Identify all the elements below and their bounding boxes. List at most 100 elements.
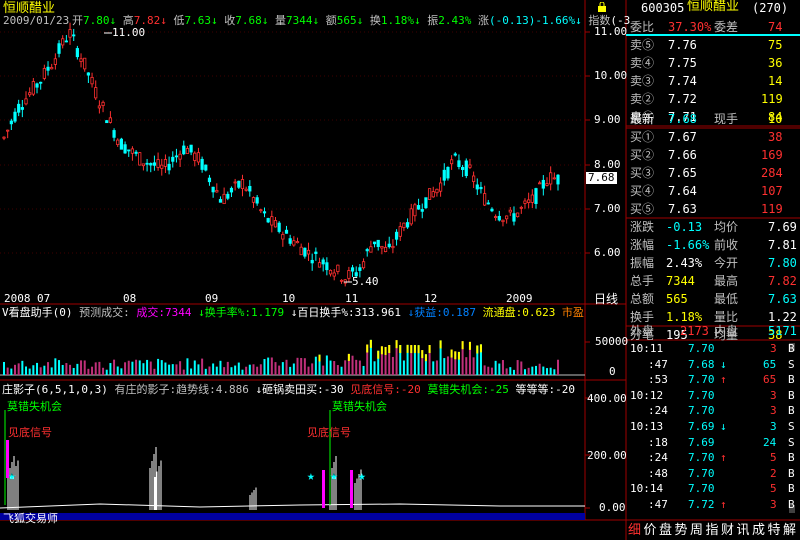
- volume-bar: [344, 360, 347, 375]
- stock-name: 恒顺醋业: [687, 0, 740, 14]
- tick-arrow: ↑: [720, 373, 727, 387]
- volume-bar: [534, 365, 537, 375]
- bottom-tab-3[interactable]: 势: [675, 523, 688, 538]
- volume-bar-peak: [450, 349, 453, 358]
- tick-price: 7.72: [688, 498, 715, 511]
- volume-bar: [61, 364, 64, 375]
- volume-bar: [531, 366, 534, 375]
- candle-body: [152, 162, 157, 166]
- bottom-tab-8[interactable]: 成: [752, 523, 765, 538]
- stat-label-2: 低: [173, 14, 185, 27]
- buy-label: 买④: [630, 184, 655, 198]
- bottom-tab-2[interactable]: 盘: [659, 523, 672, 538]
- volume-bar-peak: [413, 345, 416, 353]
- tick-row: 10:13 7.69 ↓ 3 S: [628, 419, 798, 435]
- candle-body: [244, 188, 248, 191]
- time-axis-label: 09: [205, 292, 219, 305]
- candle-body: [497, 215, 501, 221]
- indicator-panel-header: 庄影子(6,5,1,0,3) 有庄的影子:趋势线:4.886 ↓砸锅卖田买:-3…: [2, 384, 575, 396]
- volume-bar: [47, 362, 50, 375]
- stat-v2: 7.80: [768, 256, 797, 270]
- stat-l2: 今开: [714, 256, 739, 270]
- candle-body: [24, 98, 28, 105]
- buy-row-1: 买① 7.67 38: [628, 128, 798, 146]
- indicator-stat-4: 等等等:-20: [508, 383, 575, 396]
- sell-label: 卖④: [630, 56, 655, 70]
- candle-body: [273, 220, 278, 228]
- sell-row-3: 卖③ 7.74 14: [628, 72, 798, 90]
- volume-bar-peak: [388, 345, 391, 353]
- sell-row-4: 卖④ 7.75 36: [628, 54, 798, 72]
- price-axis-label: 8.00: [594, 158, 621, 171]
- stat-value-8: (-0.13)-1.66%: [489, 14, 576, 27]
- volume-bar-peak: [380, 346, 383, 355]
- tick-arrow: ↑: [720, 498, 727, 511]
- candle-body: [17, 103, 21, 113]
- volume-bar: [245, 366, 248, 375]
- price-axis-label: 6.00: [594, 246, 621, 259]
- volume-bar: [329, 360, 332, 375]
- stat-v2: 7.82: [768, 274, 797, 288]
- weibi-label: 委比: [630, 20, 655, 34]
- volume-bar: [512, 369, 515, 375]
- bar-stats: 开7.80↓ 高7.82↓ 低7.63↓ 收7.68↓ 量7344↓ 额565↓…: [72, 15, 630, 27]
- candle-body: [79, 58, 83, 62]
- buy-vol: 38: [768, 130, 783, 144]
- volume-bar: [432, 361, 435, 375]
- stat-gap-7: [471, 14, 478, 27]
- candle-body: [101, 101, 105, 106]
- stat-l1: 总额: [630, 292, 655, 306]
- volume-bar: [190, 368, 193, 375]
- volume-stat-5: 流通盘:0.623: [475, 306, 556, 319]
- candle-body: [167, 163, 171, 171]
- candle-body: [255, 197, 259, 204]
- bottom-tab-9[interactable]: 特: [768, 523, 781, 538]
- volume-bar: [91, 366, 94, 375]
- stat-v1: -1.66%: [666, 238, 710, 252]
- bottom-tab-10[interactable]: 解: [783, 523, 796, 538]
- volume-bar: [175, 364, 178, 375]
- candle-body: [145, 162, 149, 165]
- candle-body: [262, 211, 267, 214]
- price-axis-label: 9.00: [594, 113, 621, 126]
- stat-gap-3: [268, 14, 275, 27]
- candle-body: [310, 259, 314, 264]
- tick-row: :18 7.69 24 S: [628, 435, 798, 451]
- volume-stat-2: ↓换手率%:1.179: [191, 306, 285, 319]
- volume-bar: [362, 365, 365, 375]
- tick-side: B: [788, 373, 795, 387]
- buy-label: 买⑤: [630, 202, 655, 216]
- volume-bar: [516, 360, 519, 375]
- candle-body: [450, 159, 454, 165]
- stat-arrow-2: ↓: [211, 14, 218, 27]
- candle-body: [512, 213, 516, 222]
- volume-bar: [553, 369, 556, 375]
- candle-body: [552, 177, 556, 180]
- volume-bar: [289, 366, 292, 375]
- trend-line: [0, 503, 585, 509]
- period-label[interactable]: 日线: [594, 293, 618, 305]
- stat-label-5: 额: [325, 14, 337, 27]
- lock-icon[interactable]: [597, 1, 607, 12]
- candle-body: [97, 105, 101, 109]
- volume-bar: [402, 360, 405, 375]
- stat-value-7: 2.43%: [438, 14, 472, 27]
- tick-side: B: [788, 388, 795, 402]
- candle-body: [75, 48, 79, 58]
- candle-body: [398, 226, 402, 237]
- candle-body: [266, 218, 270, 223]
- volume-bar: [465, 357, 468, 375]
- quote-stat-row-0: 涨跌 -0.13 均价 7.69: [628, 218, 798, 236]
- candle-body: [427, 188, 432, 200]
- tick-time: :53: [648, 373, 668, 387]
- bottom-tab-5[interactable]: 指: [706, 523, 719, 538]
- bottom-tab-7[interactable]: 讯: [737, 523, 750, 538]
- bottom-tab-4[interactable]: 周: [690, 523, 703, 538]
- volume-stat-0: 预测成交:: [79, 306, 130, 319]
- bottom-tab-6[interactable]: 财: [721, 523, 734, 538]
- bottom-tab-1[interactable]: 价: [644, 523, 657, 538]
- bottom-tab-0[interactable]: 细: [628, 523, 641, 538]
- volume-bar: [135, 359, 138, 375]
- quote-stat-row-4: 总额 565 最低 7.63: [628, 290, 798, 308]
- volume-bar: [197, 364, 200, 375]
